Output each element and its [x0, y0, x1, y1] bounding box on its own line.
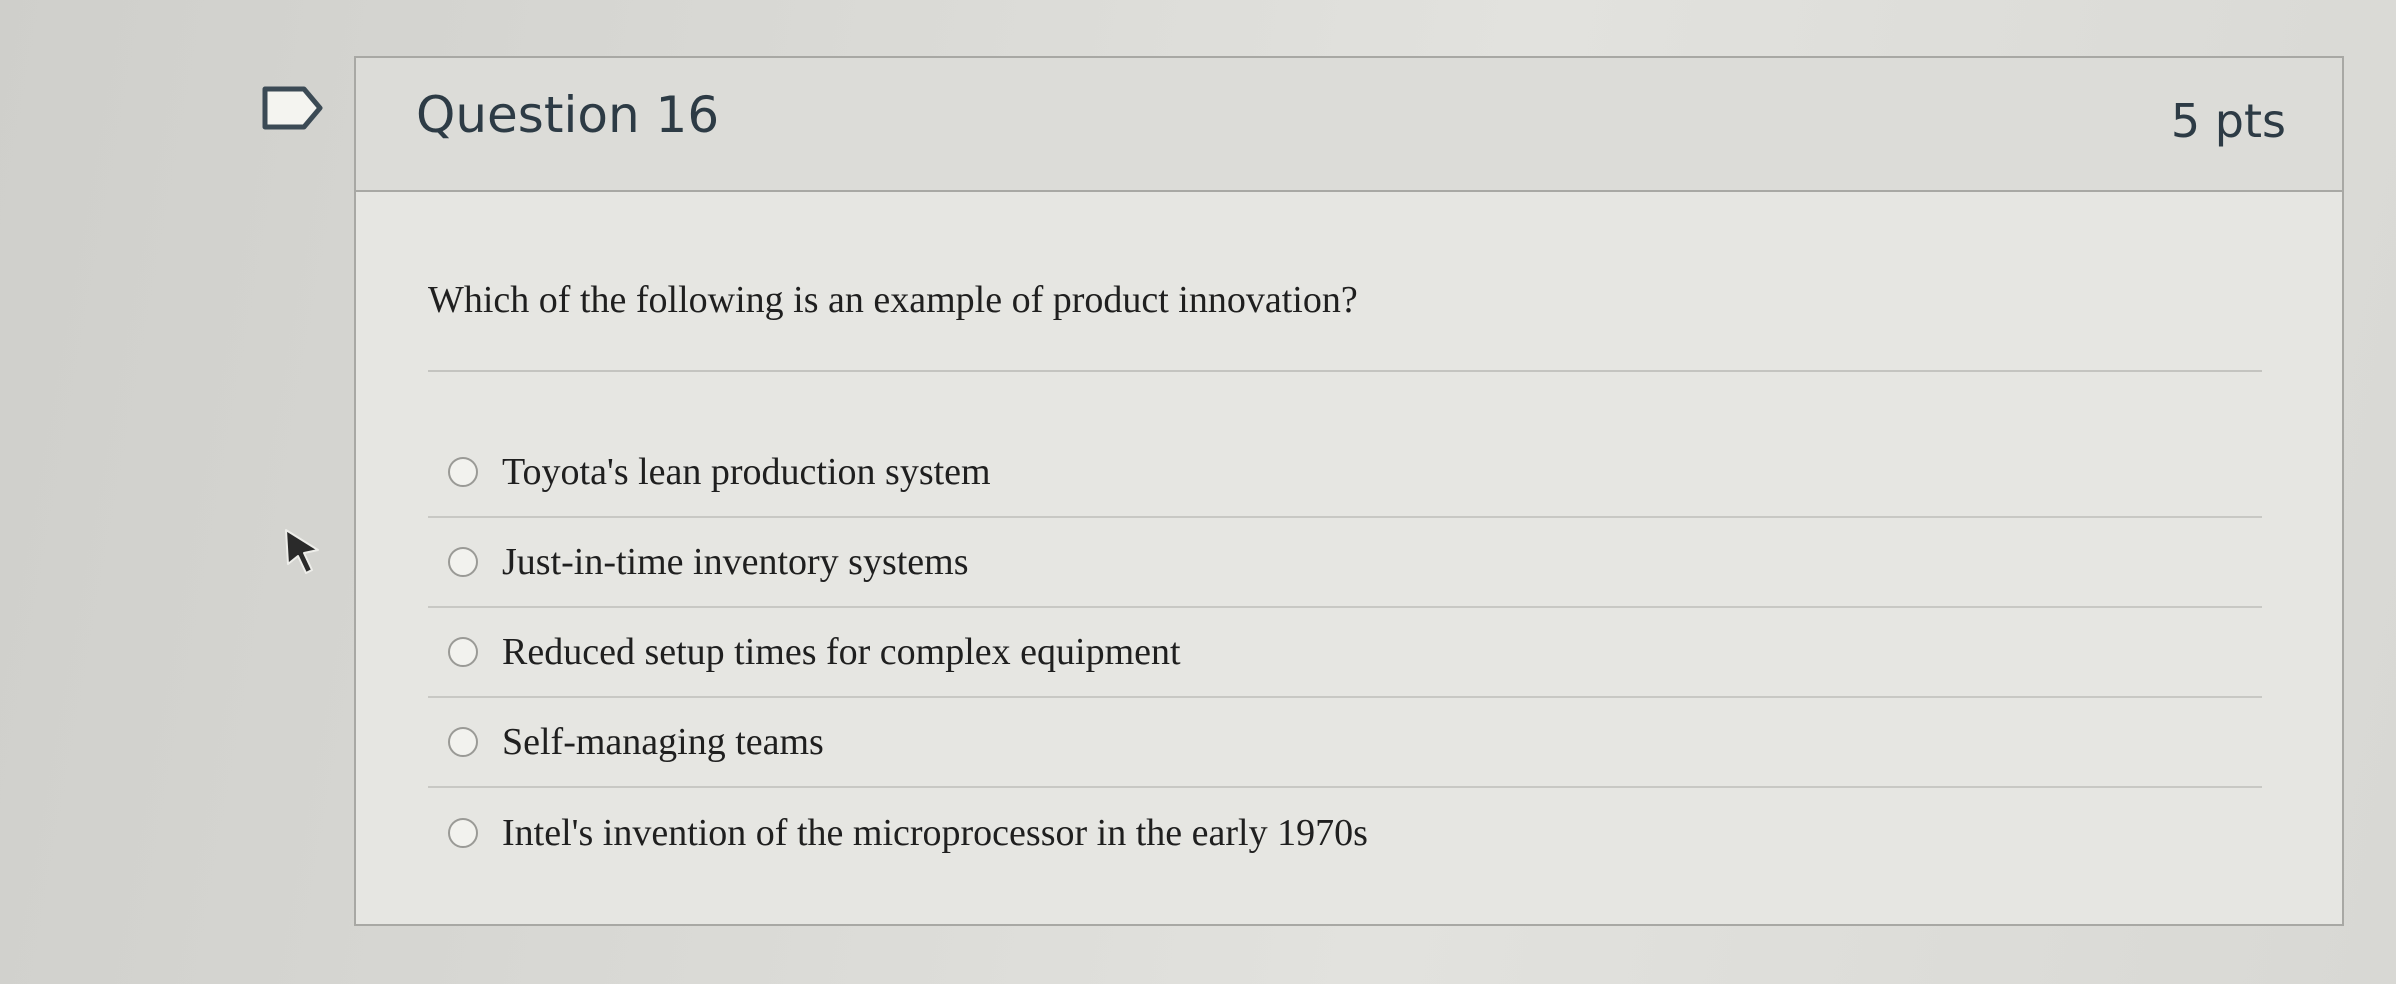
answer-option[interactable]: Just-in-time inventory systems	[428, 518, 2262, 608]
question-header: Question 16 5 pts	[356, 58, 2342, 192]
question-text: Which of the following is an example of …	[428, 278, 2262, 372]
answer-label[interactable]: Intel's invention of the microprocessor …	[502, 811, 1368, 855]
answer-label[interactable]: Self-managing teams	[502, 720, 824, 764]
radio-button[interactable]	[448, 547, 478, 577]
question-points: 5 pts	[2170, 94, 2286, 148]
question-title: Question 16	[416, 86, 720, 144]
answer-option[interactable]: Toyota's lean production system	[428, 428, 2262, 518]
answer-option[interactable]: Intel's invention of the microprocessor …	[428, 788, 2262, 878]
answer-option[interactable]: Reduced setup times for complex equipmen…	[428, 608, 2262, 698]
radio-button[interactable]	[448, 727, 478, 757]
answer-label[interactable]: Just-in-time inventory systems	[502, 540, 969, 584]
answer-label[interactable]: Reduced setup times for complex equipmen…	[502, 630, 1181, 674]
flag-question-icon[interactable]	[262, 86, 324, 130]
mouse-pointer-icon	[285, 529, 319, 574]
radio-button[interactable]	[448, 457, 478, 487]
answer-list: Toyota's lean production system Just-in-…	[428, 428, 2262, 878]
radio-button[interactable]	[448, 818, 478, 848]
answer-label[interactable]: Toyota's lean production system	[502, 450, 991, 494]
answer-option[interactable]: Self-managing teams	[428, 698, 2262, 788]
question-card: Question 16 5 pts Which of the following…	[354, 56, 2344, 926]
question-body: Which of the following is an example of …	[428, 278, 2262, 878]
radio-button[interactable]	[448, 637, 478, 667]
